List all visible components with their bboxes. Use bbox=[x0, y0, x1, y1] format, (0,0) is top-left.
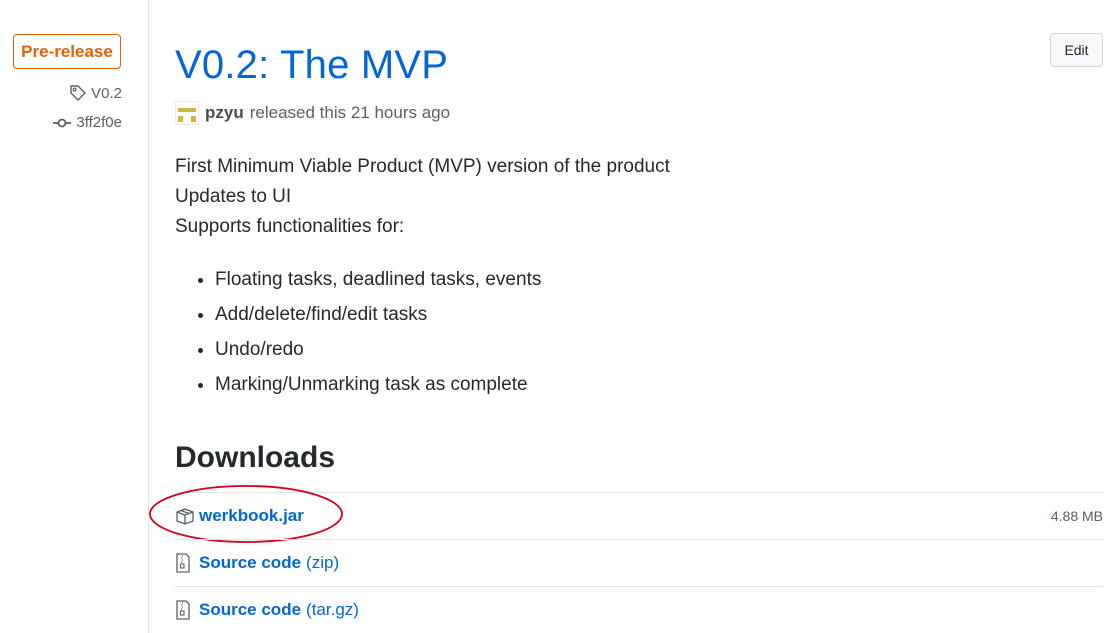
file-zip-icon bbox=[175, 553, 195, 573]
author-link[interactable]: pzyu bbox=[205, 103, 244, 123]
commit-sha: 3ff2f0e bbox=[76, 114, 122, 131]
tag-name: V0.2 bbox=[91, 84, 122, 102]
file-zip-icon bbox=[175, 600, 195, 620]
description-line: Updates to UI bbox=[175, 186, 292, 207]
edit-button[interactable]: Edit bbox=[1050, 33, 1103, 67]
download-item-zip[interactable]: Source code (zip) bbox=[175, 539, 1103, 586]
release-title[interactable]: V0.2: The MVP bbox=[175, 40, 448, 90]
downloads-list: werkbook.jar 4.88 MB Source code (zip) S… bbox=[149, 485, 1103, 633]
release-description: First Minimum Viable Product (MVP) versi… bbox=[175, 152, 670, 242]
feature-item: Undo/redo bbox=[215, 332, 541, 367]
downloads-heading: Downloads bbox=[175, 441, 336, 474]
download-item-targz[interactable]: Source code (tar.gz) bbox=[175, 586, 1103, 633]
tag-link[interactable]: V0.2 bbox=[69, 84, 122, 102]
feature-item: Add/delete/find/edit tasks bbox=[215, 297, 541, 332]
git-commit-icon bbox=[52, 116, 72, 130]
package-icon bbox=[175, 506, 195, 526]
download-link[interactable]: Source code bbox=[199, 553, 301, 573]
download-link[interactable]: Source code bbox=[199, 600, 301, 620]
download-link[interactable]: werkbook.jar bbox=[199, 506, 304, 526]
release-main: V0.2: The MVP Edit pzyu released this 21… bbox=[149, 0, 1103, 633]
download-format: (zip) bbox=[306, 553, 340, 572]
feature-item: Floating tasks, deadlined tasks, events bbox=[215, 262, 541, 297]
tag-icon bbox=[69, 84, 87, 102]
feature-item: Marking/Unmarking task as complete bbox=[215, 367, 541, 402]
pre-release-badge: Pre-release bbox=[13, 34, 121, 69]
release-time-text: released this 21 hours ago bbox=[249, 103, 451, 122]
download-item-jar[interactable]: werkbook.jar 4.88 MB bbox=[149, 485, 1103, 543]
release-page: Pre-release V0.2 3ff2f0e V0.2: The MVP E… bbox=[0, 0, 1119, 633]
commit-link[interactable]: 3ff2f0e bbox=[52, 114, 122, 131]
feature-list: Floating tasks, deadlined tasks, events … bbox=[175, 262, 541, 402]
file-size: 4.88 MB bbox=[1050, 508, 1103, 524]
avatar[interactable] bbox=[175, 101, 199, 125]
release-meta-column: Pre-release V0.2 3ff2f0e bbox=[0, 0, 149, 633]
description-line: First Minimum Viable Product (MVP) versi… bbox=[175, 156, 670, 177]
download-format: (tar.gz) bbox=[306, 600, 359, 619]
description-line: Supports functionalities for: bbox=[175, 216, 405, 237]
release-byline: pzyu released this 21 hours ago bbox=[175, 101, 450, 125]
